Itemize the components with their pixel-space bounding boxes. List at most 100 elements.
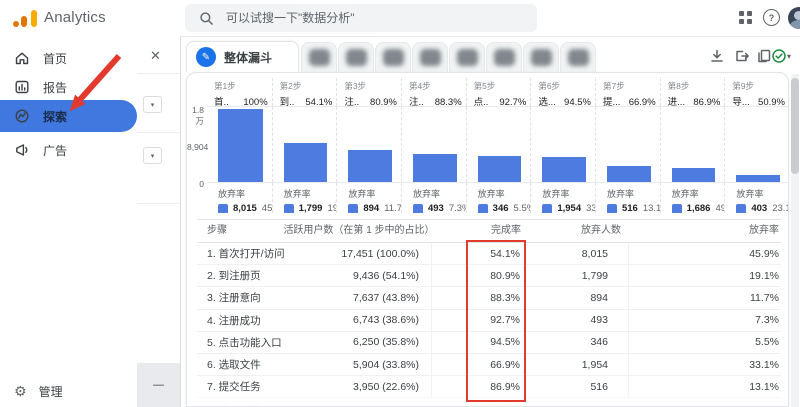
variables-panel-collapsed: ✕ ▾ ▾ — xyxy=(137,36,181,407)
app-title: Analytics xyxy=(44,9,106,26)
abandon-label: 放弃率 xyxy=(284,187,335,200)
tab-blurred[interactable] xyxy=(523,42,559,72)
search-input[interactable] xyxy=(224,10,508,26)
sidebar-item-explore[interactable]: 探索 xyxy=(0,100,137,132)
abandon-count: 1,954 xyxy=(557,203,581,213)
step-number: 第8步 xyxy=(668,80,721,92)
cell-abandon-rate: 33.1% xyxy=(628,354,781,375)
cell-users: 6,250 (35.8%) xyxy=(307,332,431,353)
help-icon[interactable]: ? xyxy=(763,9,780,26)
panel-dropdown-toggle[interactable]: ▾ xyxy=(143,147,162,164)
y-axis-tick: 0 xyxy=(187,179,204,189)
pencil-icon: ✎ xyxy=(196,47,216,67)
reports-icon xyxy=(14,79,30,95)
step-name: 进... xyxy=(668,94,685,106)
funnel-bar[interactable] xyxy=(284,143,328,182)
scrollbar[interactable] xyxy=(791,74,799,407)
minimized-panel-tab[interactable]: — xyxy=(137,363,180,407)
divider xyxy=(137,203,180,204)
panel-dropdown-toggle[interactable]: ▾ xyxy=(143,96,162,113)
tab-blurred[interactable] xyxy=(412,42,448,72)
step-number: 第4步 xyxy=(409,80,462,92)
abandon-cell: 放弃率51613.1% xyxy=(595,183,660,213)
funnel-step-header: 第5步点..92.7% xyxy=(466,78,531,106)
funnel-bar[interactable] xyxy=(348,150,392,182)
funnel-bar[interactable] xyxy=(607,166,651,182)
cell-abandon-count: 894 xyxy=(524,287,628,308)
funnel-bar[interactable] xyxy=(736,175,780,182)
cell-step: 2. 到注册页 xyxy=(197,265,307,286)
cell-step: 6. 选取文件 xyxy=(197,354,307,375)
column-header: 活跃用户数（在第 1 步中的占比） xyxy=(283,220,434,242)
abandon-cell: 放弃率1,68649.1% xyxy=(660,183,725,213)
chevron-down-icon[interactable]: ▾ xyxy=(787,52,791,61)
tab-blurred[interactable] xyxy=(375,42,411,72)
sidebar-item-ads[interactable]: 广告 xyxy=(0,136,137,164)
legend-swatch xyxy=(607,204,617,214)
tab-blurred[interactable] xyxy=(301,42,337,72)
cell-abandon-rate: 5.5% xyxy=(628,332,781,353)
step-rate: 50.9% xyxy=(758,97,785,106)
abandon-cell: 放弃率40323.1% xyxy=(724,183,789,213)
legend-swatch xyxy=(672,204,682,214)
status-ok-icon[interactable] xyxy=(771,48,787,64)
funnel-bar[interactable] xyxy=(542,157,586,182)
abandon-rate: 23.1% xyxy=(772,203,789,213)
abandon-cell: 放弃率1,79919.1% xyxy=(272,183,337,213)
sidebar-item-reports[interactable]: 报告 xyxy=(0,73,137,101)
cell-users: 9,436 (54.1%) xyxy=(307,265,431,286)
cell-abandon-count: 346 xyxy=(524,332,628,353)
close-icon[interactable]: ✕ xyxy=(150,48,161,64)
copy-icon[interactable] xyxy=(756,48,772,64)
cell-abandon-rate: 7.3% xyxy=(628,310,781,331)
export-icon[interactable] xyxy=(734,48,750,64)
logo-bar-tall xyxy=(31,10,37,27)
funnel-bar[interactable] xyxy=(478,156,522,182)
abandon-count: 493 xyxy=(428,203,444,213)
sidebar-item-label: 广告 xyxy=(43,142,67,159)
tab-blurred[interactable] xyxy=(449,42,485,72)
top-app-bar: Analytics ? xyxy=(0,0,800,37)
tab-blurred[interactable] xyxy=(338,42,374,72)
sidebar-item-home[interactable]: 首页 xyxy=(0,44,137,72)
legend-swatch xyxy=(284,204,294,214)
divider xyxy=(137,132,180,133)
step-name: 到.. xyxy=(280,94,295,106)
step-name: 点.. xyxy=(474,94,489,106)
funnel-step-header: 第3步注..80.9% xyxy=(336,78,401,106)
step-rate: 88.3% xyxy=(435,97,462,106)
step-rate: 66.9% xyxy=(629,97,656,106)
home-icon xyxy=(14,50,30,66)
abandon-cell: 放弃率89411.7% xyxy=(336,183,401,213)
funnel-bar[interactable] xyxy=(672,168,716,182)
google-apps-grid-icon[interactable] xyxy=(739,11,752,24)
logo-bar-mid xyxy=(21,16,27,27)
tab-blurred[interactable] xyxy=(486,42,522,72)
avatar[interactable] xyxy=(788,7,800,29)
cell-users: 5,904 (33.8%) xyxy=(307,354,431,375)
step-number: 第2步 xyxy=(280,80,333,92)
abandon-rate: 33.1% xyxy=(586,203,595,213)
step-rate: 100% xyxy=(243,97,267,106)
step-number: 第9步 xyxy=(732,80,785,92)
left-nav: 首页 报告 探索 广告 ⚙ 管理 xyxy=(0,36,137,407)
step-rate: 86.9% xyxy=(693,97,720,106)
tab-blurred[interactable] xyxy=(560,42,596,72)
sidebar-item-admin[interactable]: ⚙ 管理 xyxy=(0,377,137,405)
funnel-step-header: 第1步首..100% xyxy=(207,78,272,106)
scrollbar-thumb[interactable] xyxy=(791,78,799,174)
funnel-bar[interactable] xyxy=(218,109,263,182)
cell-abandon-count: 1,799 xyxy=(524,265,628,286)
download-icon[interactable] xyxy=(709,48,725,64)
analytics-logo-icon[interactable] xyxy=(13,9,37,27)
funnel-bar[interactable] xyxy=(413,154,457,182)
funnel-step-header: 第6步选...94.5% xyxy=(530,78,595,106)
cell-abandon-count: 1,954 xyxy=(524,354,628,375)
tab-overall-funnel[interactable]: ✎ 整体漏斗 xyxy=(186,41,299,72)
search-bar[interactable] xyxy=(185,4,537,32)
logo-dot xyxy=(13,21,19,27)
legend-swatch xyxy=(348,204,358,214)
step-number: 第3步 xyxy=(344,80,397,92)
cell-step: 3. 注册意向 xyxy=(197,287,307,308)
cell-abandon-rate: 11.7% xyxy=(628,287,781,308)
